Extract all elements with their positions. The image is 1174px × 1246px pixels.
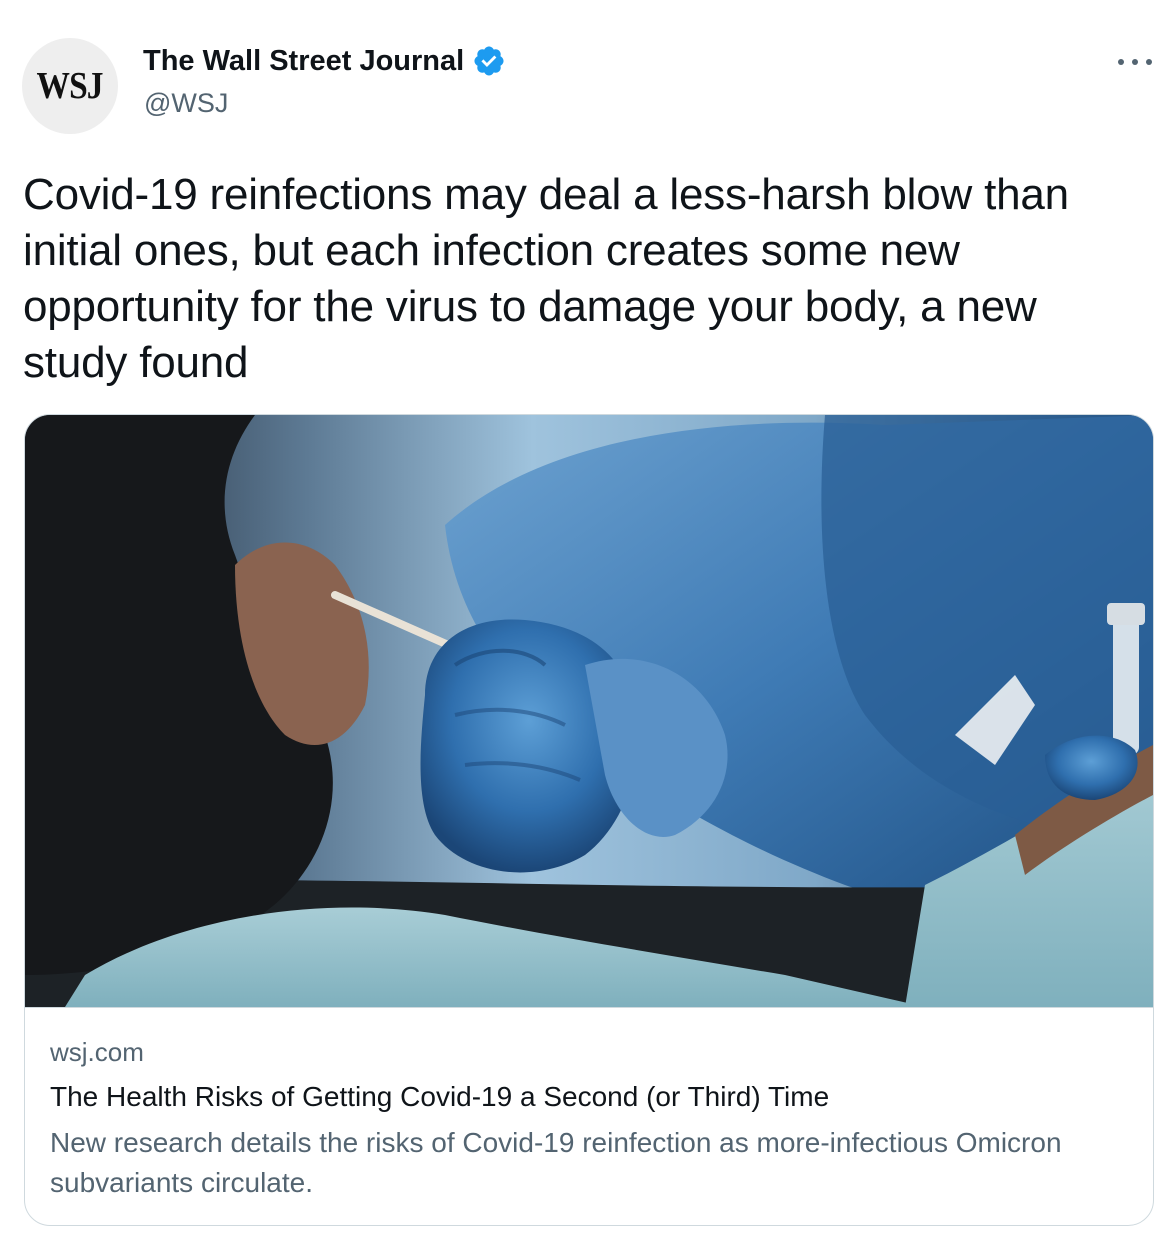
link-card[interactable]: wsj.com The Health Risks of Getting Covi… [24, 414, 1154, 1226]
more-dot [1132, 59, 1138, 65]
card-title: The Health Risks of Getting Covid-19 a S… [50, 1081, 830, 1112]
card-domain: wsj.com [50, 1037, 144, 1067]
card-image[interactable] [25, 415, 1153, 1008]
tweet-text: Covid-19 reinfections may deal a less-ha… [23, 170, 1069, 387]
more-dot [1146, 59, 1152, 65]
author-handle[interactable]: @WSJ [144, 88, 228, 119]
author-name[interactable]: The Wall Street Journal [143, 45, 464, 78]
tweet: WSJ The Wall Street Journal @WSJ Covid-1… [0, 0, 1174, 1246]
more-options-icon[interactable] [1118, 50, 1152, 74]
author-name-row[interactable]: The Wall Street Journal [143, 44, 506, 78]
avatar[interactable]: WSJ [22, 38, 118, 134]
avatar-logo-text: WSJ [36, 65, 104, 107]
card-description: New research details the risks of Covid-… [50, 1127, 1062, 1198]
more-dot [1118, 59, 1124, 65]
verified-badge-icon [474, 46, 504, 76]
covid-swab-test-photo [25, 415, 1153, 1007]
